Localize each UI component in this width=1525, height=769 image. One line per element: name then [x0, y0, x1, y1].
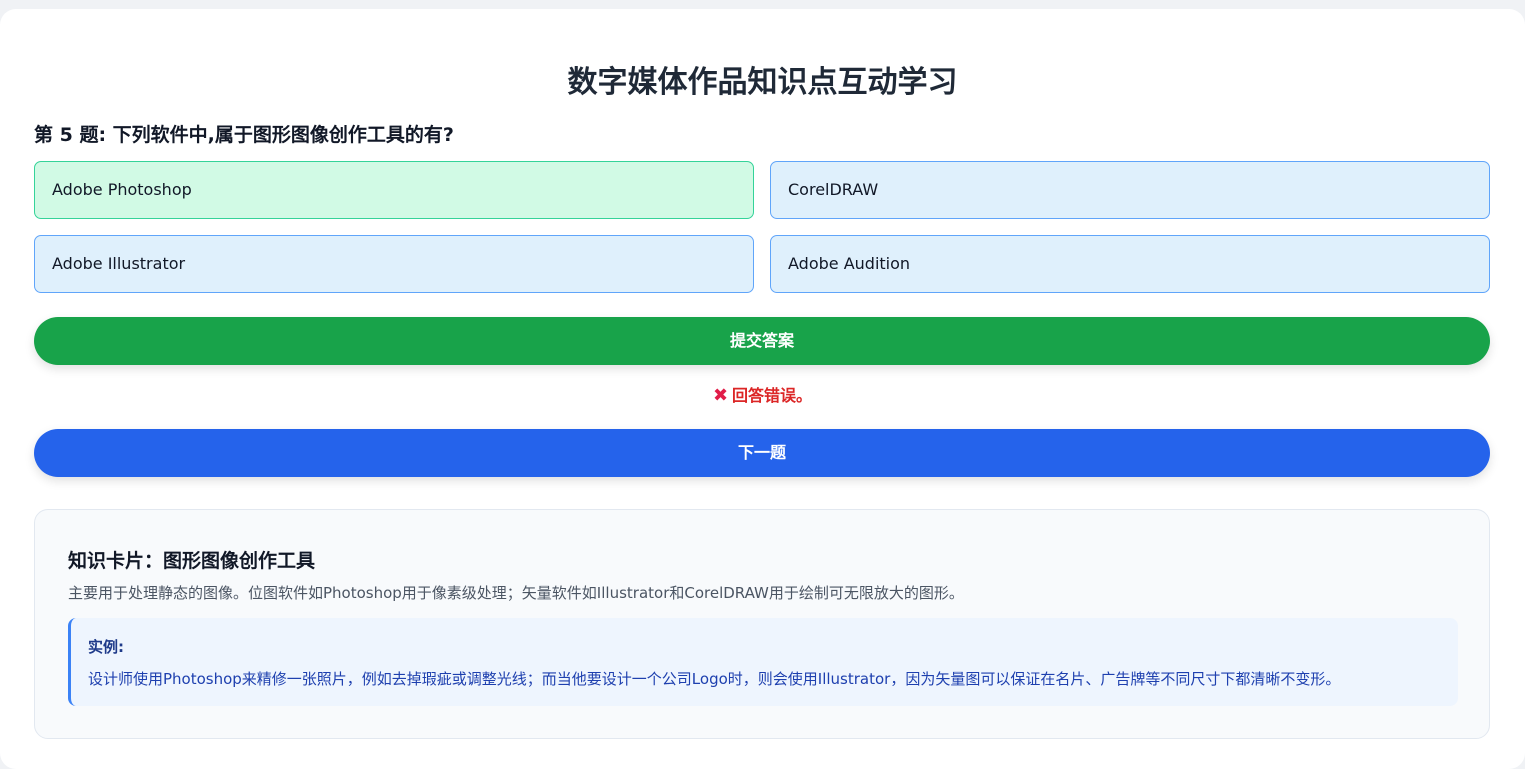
knowledge-card: 知识卡片：图形图像创作工具 主要用于处理静态的图像。位图软件如Photoshop…: [34, 509, 1490, 739]
feedback-message: ✖ 回答错误。: [0, 382, 1525, 406]
cross-mark-icon: ✖: [712, 385, 729, 406]
example-label: 实例:: [88, 638, 124, 656]
knowledge-description: 主要用于处理静态的图像。位图软件如Photoshop用于像素级处理；矢量软件如I…: [68, 584, 964, 602]
example-text: 设计师使用Photoshop来精修一张照片，例如去掉瑕疵或调整光线；而当他要设计…: [88, 670, 1341, 688]
option-photoshop[interactable]: Adobe Photoshop: [34, 161, 754, 219]
submit-answer-button[interactable]: 提交答案: [34, 317, 1490, 365]
option-audition[interactable]: Adobe Audition: [770, 235, 1490, 293]
quiz-card: 数字媒体作品知识点互动学习 第 5 题: 下列软件中,属于图形图像创作工具的有?…: [0, 9, 1525, 769]
page-title: 数字媒体作品知识点互动学习: [567, 65, 958, 100]
option-coreldraw[interactable]: CorelDRAW: [770, 161, 1490, 219]
option-illustrator[interactable]: Adobe Illustrator: [34, 235, 754, 293]
question-text: 第 5 题: 下列软件中,属于图形图像创作工具的有?: [34, 124, 454, 146]
knowledge-title: 知识卡片：图形图像创作工具: [68, 550, 316, 572]
example-box: 实例: 设计师使用Photoshop来精修一张照片，例如去掉瑕疵或调整光线；而当…: [68, 618, 1458, 706]
feedback-text: 回答错误。: [732, 386, 813, 405]
next-question-button[interactable]: 下一题: [34, 429, 1490, 477]
